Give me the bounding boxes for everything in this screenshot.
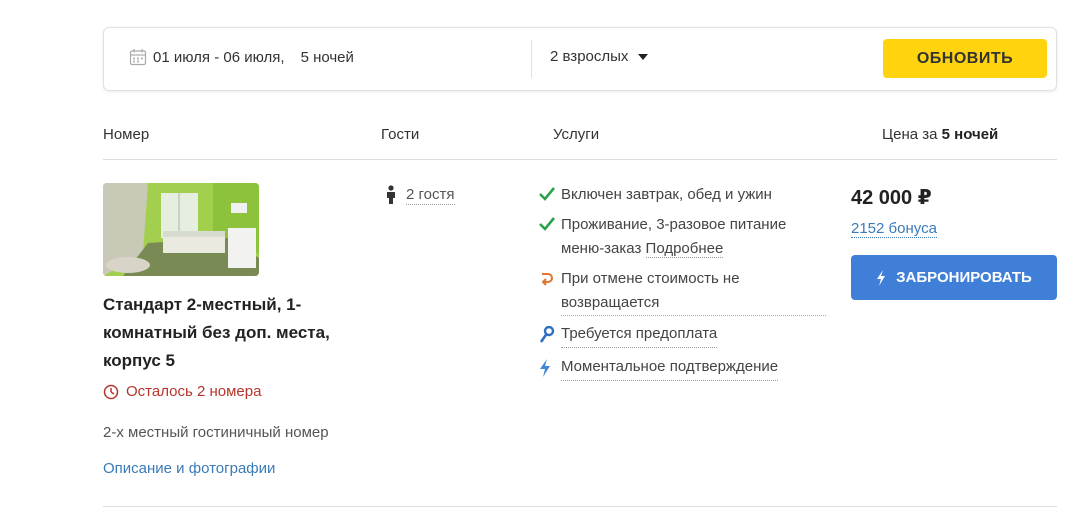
date-range-text: 01 июля - 06 июля, [153, 48, 285, 66]
guests-dropdown[interactable]: 2 взрослых [550, 48, 649, 65]
key-icon [539, 326, 555, 343]
nights-count: 5 ночей [300, 48, 354, 66]
column-header-guests: Гости [381, 126, 420, 143]
book-button-label: ЗАБРОНИРОВАТЬ [896, 269, 1032, 286]
room-details-link[interactable]: Описание и фотографии [103, 460, 275, 477]
search-bar: 01 июля - 06 июля, 5 ночей 2 взрослых ОБ… [103, 27, 1057, 91]
room-photo[interactable] [103, 183, 259, 276]
column-header-room: Номер [103, 126, 150, 143]
clock-icon [103, 384, 119, 399]
book-button[interactable]: ЗАБРОНИРОВАТЬ [851, 255, 1057, 300]
cancel-policy-icon [541, 273, 553, 286]
check-icon [539, 187, 555, 201]
guests-dropdown-value: 2 взрослых [550, 48, 629, 65]
lightning-icon [877, 269, 886, 286]
room-photo-image [103, 183, 259, 276]
person-icon [387, 185, 395, 204]
column-header-services: Услуги [553, 126, 600, 143]
caret-down-icon [638, 53, 649, 60]
more-details-link[interactable]: Подробнее [645, 240, 724, 258]
service-meals-text: Включен завтрак, обед и ужин [561, 186, 772, 203]
bonus-link[interactable]: 2152 бонуса [851, 220, 937, 238]
price-header-nights: 5 ночей [941, 126, 999, 143]
calendar-icon [129, 49, 147, 66]
price-amount: 42 000 ₽ [851, 187, 932, 209]
service-prepayment: Требуется предоплата [539, 322, 718, 348]
rooms-left-text: Осталось 2 номера [126, 383, 262, 400]
service-accommodation: Проживание, 3-разовое питание меню-заказ… [539, 213, 831, 261]
date-range-picker[interactable]: 01 июля - 06 июля, 5 ночей [129, 48, 354, 66]
rooms-left-notice: Осталось 2 номера [103, 383, 261, 400]
room-description: 2-х местный гостиничный номер [103, 424, 329, 441]
lightning-icon [540, 359, 550, 377]
check-icon [539, 217, 555, 231]
update-button[interactable]: ОБНОВИТЬ [883, 39, 1047, 78]
price-header-prefix: Цена за [882, 126, 942, 143]
column-header-price: Цена за 5 ночей [882, 126, 998, 143]
service-prepayment-text: Требуется предоплата [561, 322, 718, 348]
service-accommodation-body: Проживание, 3-разовое питание меню-заказ… [561, 213, 831, 261]
service-instant-confirmation: Моментальное подтверждение [539, 355, 779, 381]
guests-count-text[interactable]: 2 гостя [406, 186, 455, 205]
service-cancellation-text: При отмене стоимость не возвращается [561, 267, 826, 316]
search-divider [531, 40, 532, 78]
header-divider [103, 159, 1057, 160]
service-meals: Включен завтрак, обед и ужин [539, 183, 772, 207]
service-instant-confirmation-text: Моментальное подтверждение [561, 355, 779, 381]
service-cancellation: При отмене стоимость не возвращается [539, 267, 826, 316]
guests-count: 2 гостя [384, 185, 455, 205]
room-name: Стандарт 2-местный, 1-комнатный без доп.… [103, 295, 330, 370]
row-divider [103, 506, 1057, 507]
